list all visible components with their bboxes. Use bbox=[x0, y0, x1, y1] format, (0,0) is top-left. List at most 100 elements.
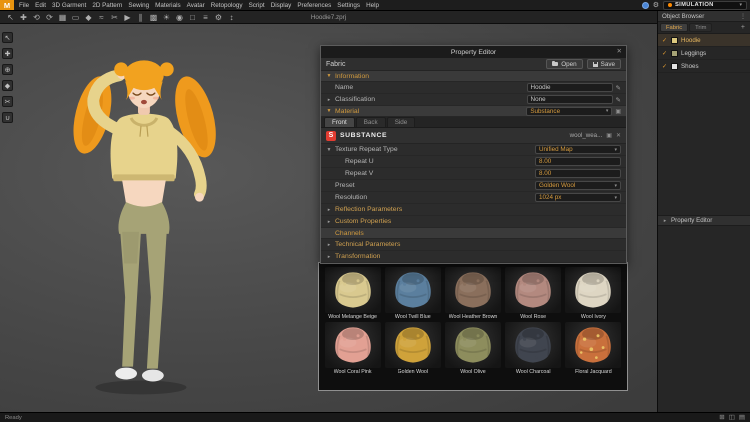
hoodie-preview-thumbnail[interactable] bbox=[324, 322, 381, 368]
collapsed-triangle-icon[interactable]: ▸ bbox=[326, 97, 332, 103]
add-icon[interactable]: + bbox=[738, 24, 748, 31]
log-panel-icon[interactable]: ▤ bbox=[739, 413, 745, 422]
name-field[interactable]: Hoodie bbox=[526, 83, 613, 92]
material-preview-item[interactable]: Wool Heather Brown bbox=[444, 267, 501, 320]
property-editor-titlebar[interactable]: Property Editor ✕ bbox=[321, 46, 626, 58]
select-icon[interactable]: ↖ bbox=[4, 11, 17, 24]
surface-tab[interactable]: Front bbox=[324, 117, 355, 127]
menu-item[interactable]: Display bbox=[268, 2, 295, 9]
menu-item[interactable]: Materials bbox=[152, 2, 184, 9]
collapsed-parameter-row[interactable]: ▸ Custom Properties bbox=[321, 216, 626, 228]
select-tool-icon[interactable]: ↖ bbox=[2, 32, 13, 43]
property-editor-collapsed-bar[interactable]: ▸ Property Editor bbox=[658, 215, 750, 226]
repeat-v-input[interactable]: 8.00 bbox=[535, 169, 621, 178]
surface-tab[interactable]: Back bbox=[355, 117, 386, 127]
gear-icon[interactable]: ⚙ bbox=[653, 2, 659, 9]
hoodie-preview-thumbnail[interactable] bbox=[444, 322, 501, 368]
expanded-triangle-icon[interactable]: ▼ bbox=[326, 147, 332, 153]
preset-dropdown[interactable]: Golden Wool ▾ bbox=[535, 181, 621, 190]
material-preview-item[interactable]: Wool Ivory bbox=[565, 267, 622, 320]
hoodie-preview-thumbnail[interactable] bbox=[505, 267, 562, 313]
scissors-icon[interactable]: ✂ bbox=[108, 11, 121, 24]
hoodie-preview-thumbnail[interactable] bbox=[384, 322, 441, 368]
hoodie-preview-thumbnail[interactable] bbox=[505, 322, 562, 368]
reset-view-icon[interactable]: ⟳ bbox=[43, 11, 56, 24]
visibility-check-icon[interactable]: ✓ bbox=[662, 37, 668, 44]
menu-item[interactable]: Preferences bbox=[294, 2, 334, 9]
object-list-item[interactable]: ✓ Shoes bbox=[658, 60, 750, 73]
camera-icon[interactable]: ◉ bbox=[173, 11, 186, 24]
visibility-check-icon[interactable]: ✓ bbox=[662, 50, 668, 57]
material-preview-item[interactable]: Wool Olive bbox=[444, 322, 501, 375]
material-section-header[interactable]: ▼ Material Substance ▾ ▣ bbox=[321, 106, 626, 117]
collapsed-parameter-row[interactable]: ▸ Technical Parameters bbox=[321, 239, 626, 251]
channels-section-header[interactable]: Channels bbox=[321, 228, 626, 239]
visibility-check-icon[interactable]: ✓ bbox=[662, 63, 668, 70]
snapshot-icon[interactable]: □ bbox=[186, 11, 199, 24]
collapsed-parameter-row[interactable]: ▸ Reflection Parameters bbox=[321, 204, 626, 216]
classification-field[interactable]: None bbox=[526, 95, 613, 104]
hoodie-preview-thumbnail[interactable] bbox=[384, 267, 441, 313]
material-preview-item[interactable]: Floral Jacquard bbox=[565, 322, 622, 375]
rotate-view-icon[interactable]: ⟲ bbox=[30, 11, 43, 24]
fullscreen-icon[interactable]: ↕ bbox=[225, 11, 238, 24]
hoodie-preview-thumbnail[interactable] bbox=[565, 322, 622, 368]
texture-icon[interactable]: ▩ bbox=[147, 11, 160, 24]
split-view-icon[interactable]: ◫ bbox=[729, 413, 735, 422]
zoom-tool-icon[interactable]: ⊕ bbox=[2, 64, 13, 75]
material-preview-item[interactable]: Wool Charcoal bbox=[505, 322, 562, 375]
character-render[interactable] bbox=[30, 26, 248, 404]
object-list-item[interactable]: ✓ Hoodie bbox=[658, 34, 750, 47]
surface-tab[interactable]: Side bbox=[386, 117, 416, 127]
menu-item[interactable]: Sewing bbox=[125, 2, 152, 9]
collapsed-parameter-row[interactable]: ▸ Transformation bbox=[321, 251, 626, 263]
edit-icon[interactable]: ✎ bbox=[616, 84, 621, 92]
pause-simulation-icon[interactable]: ∥ bbox=[134, 11, 147, 24]
move-icon[interactable]: ✚ bbox=[17, 11, 30, 24]
material-preview-item[interactable]: Wool Twill Blue bbox=[384, 267, 441, 320]
texture-repeat-dropdown[interactable]: Unified Map ▾ bbox=[535, 145, 621, 154]
menu-item[interactable]: Edit bbox=[32, 2, 49, 9]
material-preview-item[interactable]: Golden Wool bbox=[384, 322, 441, 375]
app-logo[interactable]: M bbox=[0, 0, 14, 10]
hoodie-preview-thumbnail[interactable] bbox=[324, 267, 381, 313]
measure-icon[interactable]: ≡ bbox=[199, 11, 212, 24]
material-type-dropdown[interactable]: Substance ▾ bbox=[526, 106, 613, 116]
settings-icon[interactable]: ⚙ bbox=[212, 11, 225, 24]
menu-item[interactable]: 3D Garment bbox=[49, 2, 89, 9]
edit-icon[interactable]: ✎ bbox=[616, 96, 621, 104]
menu-item[interactable]: Avatar bbox=[184, 2, 208, 9]
more-options-icon[interactable]: ⋮ bbox=[740, 13, 746, 20]
material-preview-item[interactable]: Wool Rose bbox=[505, 267, 562, 320]
pin-icon[interactable]: ◆ bbox=[82, 11, 95, 24]
substance-file-name[interactable]: wool_wea... bbox=[570, 132, 603, 139]
material-preview-item[interactable]: Wool Coral Pink bbox=[324, 322, 381, 375]
hoodie-preview-thumbnail[interactable] bbox=[444, 267, 501, 313]
information-section-header[interactable]: ▼ Information bbox=[321, 71, 626, 82]
material-preview-item[interactable]: Wool Melange Beige bbox=[324, 267, 381, 320]
menu-item[interactable]: File bbox=[16, 2, 32, 9]
pin-tool-icon[interactable]: ◆ bbox=[2, 80, 13, 91]
close-icon[interactable]: ✕ bbox=[617, 46, 622, 58]
menu-item[interactable]: Settings bbox=[334, 2, 363, 9]
hoodie-preview-thumbnail[interactable] bbox=[565, 267, 622, 313]
object-browser-tab[interactable]: Trim bbox=[689, 23, 713, 32]
save-button[interactable]: Save bbox=[586, 59, 621, 69]
repeat-u-input[interactable]: 8.00 bbox=[535, 157, 621, 166]
play-simulation-icon[interactable]: ▶ bbox=[121, 11, 134, 24]
mode-selector[interactable]: SIMULATION ▾ bbox=[663, 0, 747, 10]
menu-item[interactable]: Script bbox=[246, 2, 268, 9]
pattern-icon[interactable]: ▭ bbox=[69, 11, 82, 24]
browse-icon[interactable]: ▣ bbox=[606, 132, 612, 139]
menu-item[interactable]: 2D Pattern bbox=[89, 2, 125, 9]
light-icon[interactable]: ☀ bbox=[160, 11, 173, 24]
object-browser-tab[interactable]: Fabric bbox=[660, 23, 689, 32]
resolution-dropdown[interactable]: 1024 px ▾ bbox=[535, 193, 621, 202]
account-avatar[interactable] bbox=[641, 1, 649, 9]
grid-icon[interactable]: ▦ bbox=[56, 11, 69, 24]
menu-item[interactable]: Retopology bbox=[208, 2, 246, 9]
open-button[interactable]: Open bbox=[546, 59, 583, 69]
grid-view-icon[interactable]: ⊞ bbox=[719, 413, 724, 422]
sewing-icon[interactable]: ≈ bbox=[95, 11, 108, 24]
object-list-item[interactable]: ✓ Leggings bbox=[658, 47, 750, 60]
